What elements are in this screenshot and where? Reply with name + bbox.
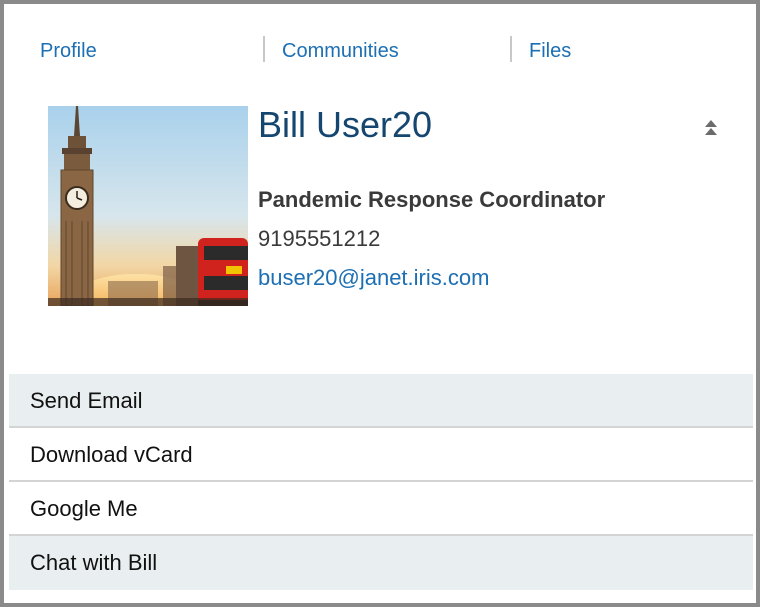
chat-action[interactable]: Chat with Bill [9,536,753,590]
tab-divider [263,36,265,62]
download-vcard-action[interactable]: Download vCard [9,428,753,482]
email-link[interactable]: buser20@janet.iris.com [258,264,489,292]
action-list: Send Email Download vCard Google Me Chat… [9,374,753,590]
profile-photo [48,106,248,306]
job-title: Pandemic Response Coordinator [258,187,606,212]
business-card: Profile Communities Files Bill User20 Pa… [0,0,760,607]
google-me-action[interactable]: Google Me [9,482,753,536]
chevron-double-up-icon [705,120,717,135]
tab-files[interactable]: Files [529,37,571,65]
tab-divider [510,36,512,62]
profile-name: Bill User20 [258,104,433,145]
tab-bar: Profile Communities Files [4,4,756,94]
phone-number: 9195551212 [258,226,381,251]
tab-communities[interactable]: Communities [282,37,399,65]
tab-profile[interactable]: Profile [40,37,97,65]
collapse-button[interactable] [700,116,722,140]
send-email-action[interactable]: Send Email [9,374,753,428]
profile-photo-image [48,106,248,306]
